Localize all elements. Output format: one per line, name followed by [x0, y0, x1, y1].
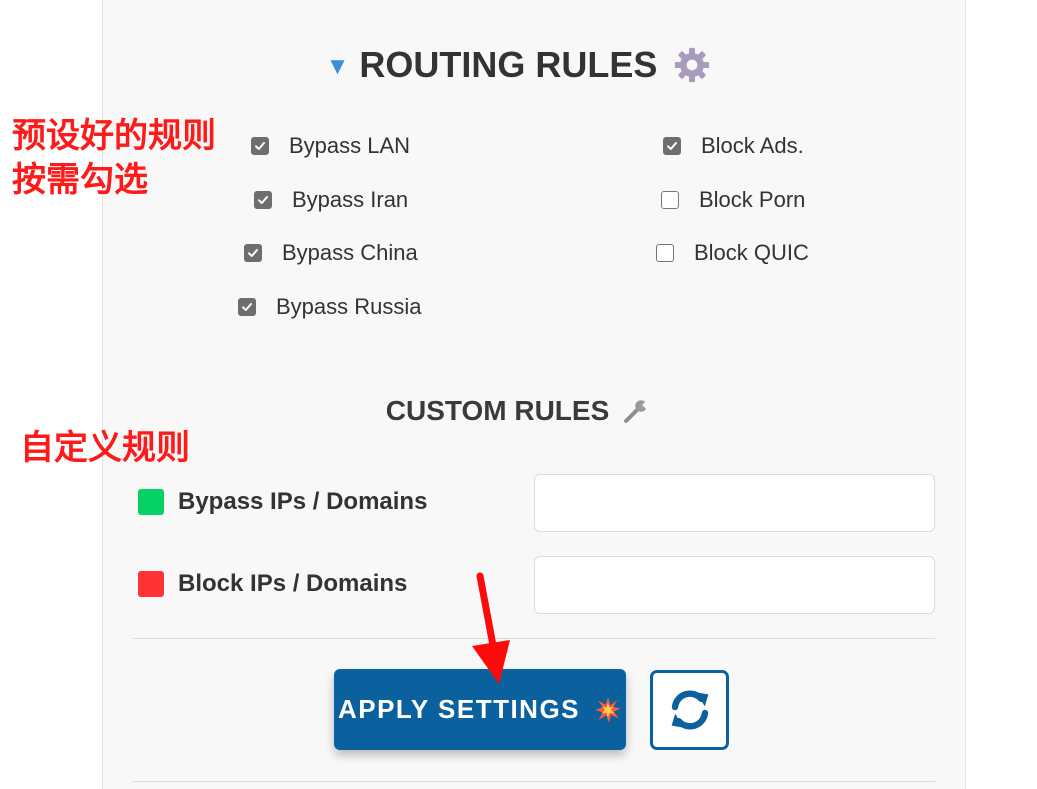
block-quic-checkbox[interactable] [656, 244, 674, 262]
bypass-lan-checkbox[interactable] [251, 137, 269, 155]
rule-label: Bypass Iran [292, 187, 409, 212]
rule-bypass-china[interactable]: Bypass China [244, 240, 418, 266]
rule-block-porn[interactable]: Block Porn [661, 187, 805, 213]
rule-bypass-russia[interactable]: Bypass Russia [238, 294, 422, 320]
rule-label: Block QUIC [694, 240, 809, 265]
collision-icon [594, 696, 622, 724]
rule-label: Block Ads. [701, 133, 804, 158]
divider [133, 638, 935, 639]
block-porn-checkbox[interactable] [661, 191, 679, 209]
bypass-domains-label: Bypass IPs / Domains [138, 488, 427, 516]
block-domains-input[interactable] [534, 556, 935, 614]
annotation-line: 预设好的规则 [12, 116, 216, 156]
routing-rules-title: ROUTING RULES [359, 44, 658, 85]
custom-rules-title: CUSTOM RULES [385, 395, 610, 426]
red-square-icon [138, 571, 164, 597]
rule-label: Bypass China [282, 240, 418, 265]
rule-label: Bypass LAN [289, 133, 411, 158]
bypass-domains-input[interactable] [534, 474, 935, 532]
apply-settings-label: APPLY SETTINGS [337, 694, 581, 724]
block-ads-checkbox[interactable] [663, 137, 681, 155]
gear-icon[interactable] [673, 46, 711, 84]
rule-block-ads[interactable]: Block Ads. [663, 133, 804, 159]
routing-rules-heading: ▼ ROUTING RULES [0, 40, 1037, 90]
bypass-iran-checkbox[interactable] [254, 191, 272, 209]
bypass-china-checkbox[interactable] [244, 244, 262, 262]
annotation-line: 按需勾选 [12, 160, 148, 200]
divider [133, 781, 935, 782]
bypass-domains-text: Bypass IPs / Domains [178, 488, 428, 515]
refresh-button[interactable] [650, 670, 729, 750]
rule-bypass-iran[interactable]: Bypass Iran [254, 187, 408, 213]
green-square-icon [138, 489, 164, 515]
block-domains-label: Block IPs / Domains [138, 570, 407, 598]
block-domains-text: Block IPs / Domains [178, 570, 408, 597]
custom-rules-annotation: 自定义规则 [20, 426, 190, 470]
rule-bypass-lan[interactable]: Bypass LAN [251, 133, 410, 159]
refresh-icon [666, 686, 714, 734]
triangle-down-icon[interactable]: ▼ [326, 53, 350, 81]
rule-label: Bypass Russia [276, 294, 422, 319]
wrench-icon [621, 396, 652, 426]
bypass-russia-checkbox[interactable] [238, 298, 256, 316]
annotation-line: 自定义规则 [20, 428, 190, 468]
rule-block-quic[interactable]: Block QUIC [656, 240, 809, 266]
custom-rules-heading: CUSTOM RULES [0, 392, 1037, 430]
preset-rules-annotation: 预设好的规则 按需勾选 [12, 114, 216, 202]
red-arrow-icon [472, 572, 510, 684]
rule-label: Block Porn [699, 187, 806, 212]
